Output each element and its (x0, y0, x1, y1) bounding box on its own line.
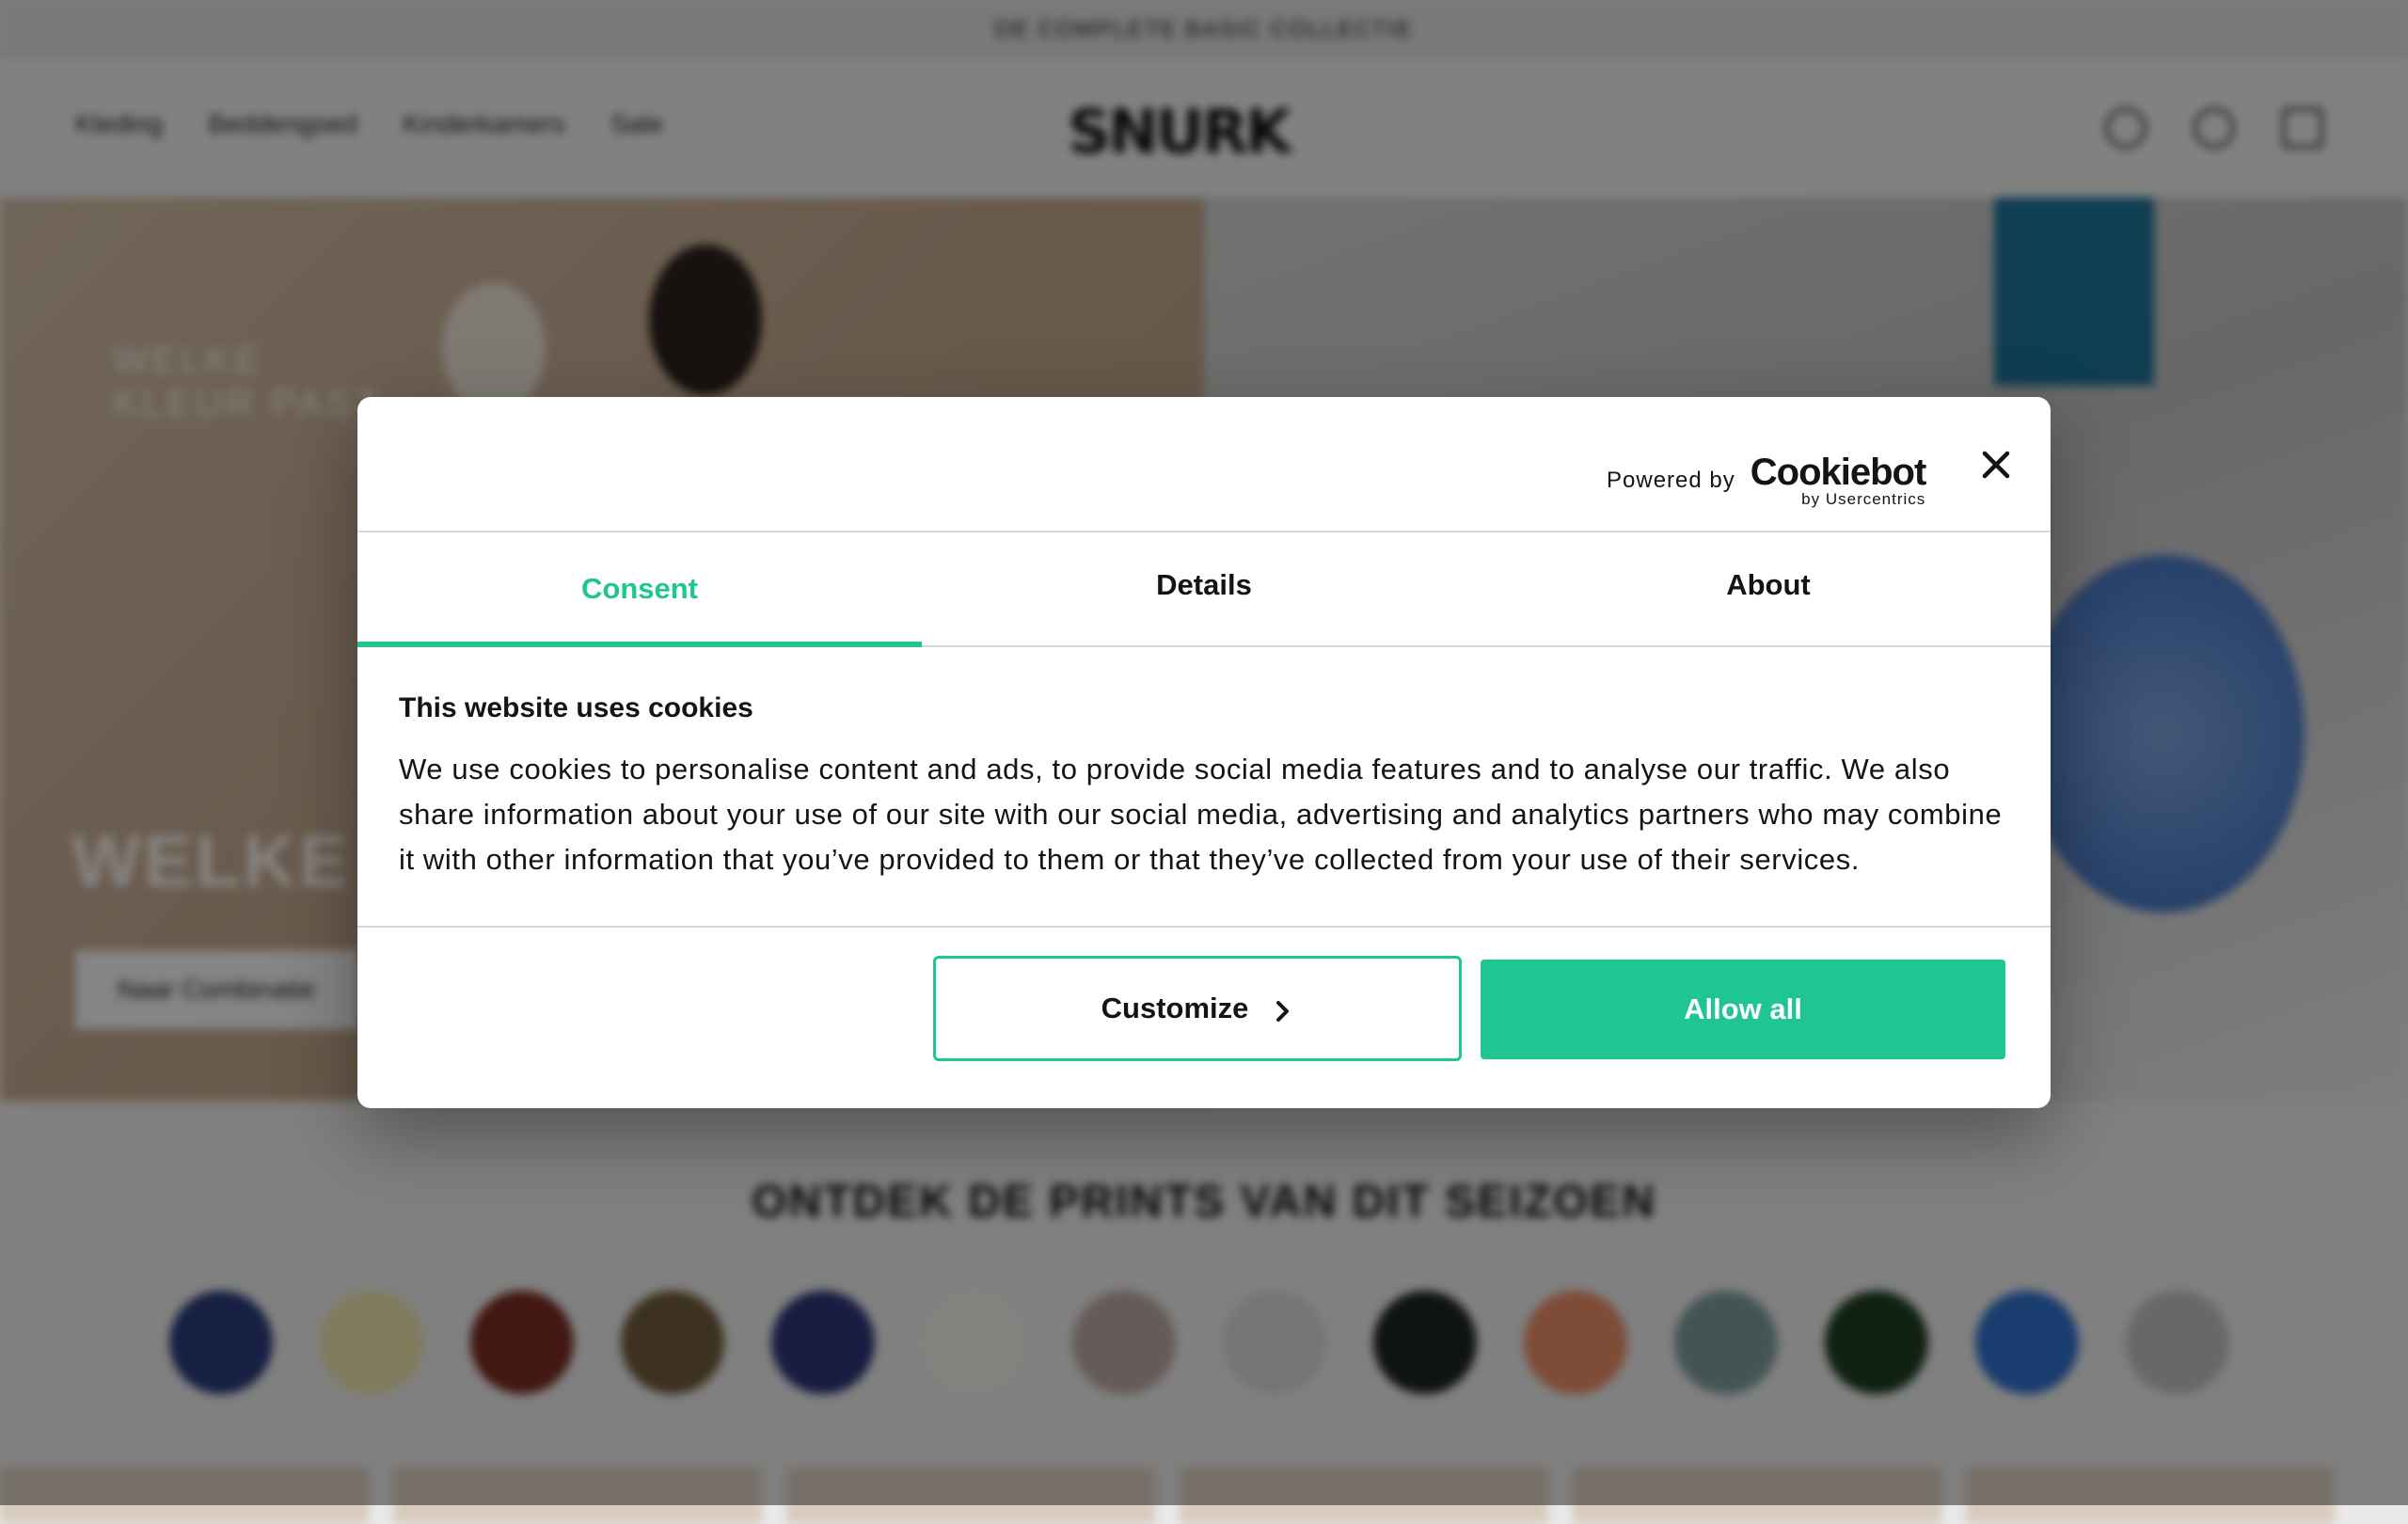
tab-about[interactable]: About (1486, 532, 2051, 645)
dialog-tabs: Consent Details About (357, 532, 2051, 647)
tab-consent[interactable]: Consent (357, 532, 922, 647)
dialog-footer: Customize Allow all (357, 926, 2051, 1108)
customize-button[interactable]: Customize (933, 956, 1462, 1061)
dialog-header: Powered by Cookiebot by Usercentrics (357, 397, 2051, 532)
cookiebot-logo-main: Cookiebot (1750, 452, 1927, 493)
cookiebot-logo[interactable]: Cookiebot by Usercentrics (1750, 452, 1927, 508)
customize-label: Customize (1101, 992, 1249, 1024)
tab-label: Details (1156, 568, 1252, 601)
chevron-right-icon (1276, 1001, 1290, 1022)
cookiebot-logo-sub: by Usercentrics (1801, 490, 1926, 508)
consent-heading: This website uses cookies (399, 692, 753, 723)
allow-all-button[interactable]: Allow all (1481, 960, 2005, 1059)
close-button[interactable] (1977, 446, 2015, 484)
close-icon (1982, 451, 2010, 479)
cookie-consent-dialog: Powered by Cookiebot by Usercentrics Con… (357, 397, 2051, 1108)
powered-by: Powered by Cookiebot by Usercentrics (1607, 452, 1927, 508)
tab-label: Consent (581, 572, 698, 605)
tab-details[interactable]: Details (922, 532, 1486, 645)
tab-label: About (1726, 568, 1811, 601)
powered-by-label: Powered by (1607, 467, 1735, 493)
consent-text: We use cookies to personalise content an… (399, 753, 2003, 876)
consent-body: This website uses cookies We use cookies… (399, 692, 2009, 882)
